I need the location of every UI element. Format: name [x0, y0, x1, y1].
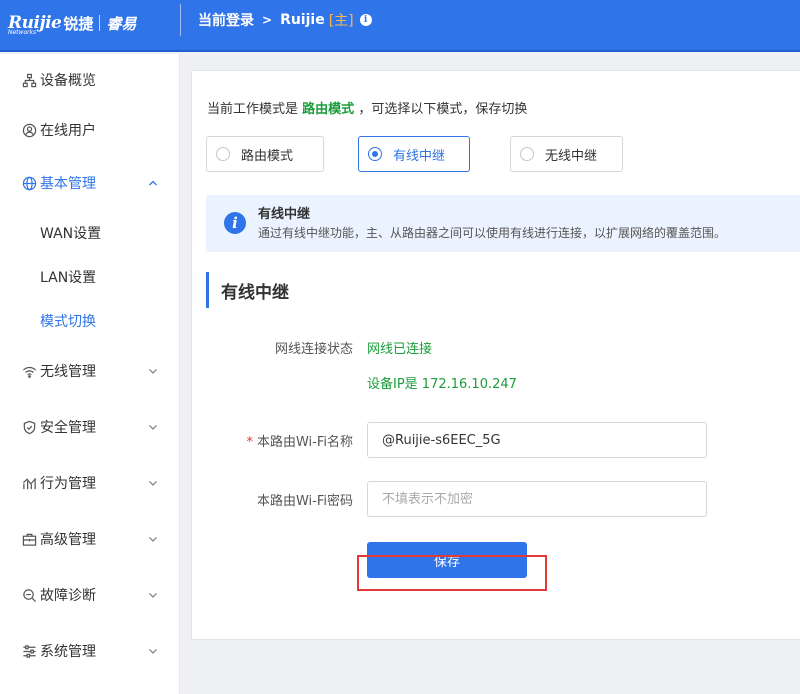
globe-icon — [21, 175, 37, 191]
sidebar-item-label: 安全管理 — [40, 420, 96, 436]
sidebar-item-label: 高级管理 — [40, 532, 96, 548]
info-icon: i — [224, 212, 246, 234]
briefcase-icon — [21, 531, 37, 547]
mode-option-label: 路由模式 — [241, 148, 294, 164]
mode-suffix-text: ，可选择以下模式，保存切换 — [358, 102, 528, 117]
logo-cn-text: 锐捷 — [63, 14, 94, 33]
wifi-name-label-text: 本路由Wi-Fi名称 — [256, 435, 353, 450]
sidebar-subitem-lan[interactable]: LAN设置 — [40, 262, 96, 292]
sidebar-item-security[interactable]: 安全管理 — [0, 409, 180, 445]
device-ip-text: 设备IP是 172.16.10.247 — [367, 377, 517, 392]
search-icon — [21, 587, 37, 603]
sidebar: 设备概览 在线用户 基本管理 WAN设置 LAN设置 模式切换 无线管理 安全管… — [0, 54, 180, 694]
sidebar-item-diagnostics[interactable]: 故障诊断 — [0, 577, 180, 613]
mode-option-wireless-repeater[interactable]: 无线中继 — [510, 136, 623, 172]
mode-switch-panel: 当前工作模式是 路由模式 ，可选择以下模式，保存切换 路由模式 有线中继 无线中… — [191, 70, 800, 640]
sidebar-item-basic-management[interactable]: 基本管理 — [0, 165, 180, 201]
sidebar-item-online-users[interactable]: 在线用户 — [0, 112, 180, 148]
sidebar-subitem-mode-switch[interactable]: 模式切换 — [40, 306, 96, 336]
sidebar-item-label: 基本管理 — [40, 176, 96, 192]
mode-description-notice: i 有线中继 通过有线中继功能，主、从路由器之间可以使用有线进行连接，以扩展网络… — [206, 195, 800, 252]
sidebar-item-wireless[interactable]: 无线管理 — [0, 353, 180, 389]
section-title: 有线中继 — [206, 272, 289, 308]
radio-dot — [368, 147, 382, 161]
logo-brand2-text: 睿易 — [106, 14, 137, 33]
sidebar-item-label: 设备概览 — [40, 73, 96, 89]
sidebar-subitem-wan[interactable]: WAN设置 — [40, 218, 101, 248]
chevron-up-icon — [149, 180, 157, 186]
header-divider — [180, 4, 181, 36]
sidebar-item-system[interactable]: 系统管理 — [0, 633, 180, 669]
sidebar-item-device-overview[interactable]: 设备概览 — [0, 62, 180, 98]
chevron-down-icon — [149, 425, 157, 430]
chevron-down-icon — [149, 593, 157, 598]
chart-icon — [21, 475, 37, 491]
chevron-down-icon — [149, 537, 157, 542]
sliders-icon — [21, 643, 37, 659]
wifi-name-input[interactable] — [367, 422, 707, 458]
device-name: Ruijie — [280, 12, 325, 28]
current-mode-line: 当前工作模式是 路由模式 ，可选择以下模式，保存切换 — [207, 98, 527, 117]
sidebar-item-advanced[interactable]: 高级管理 — [0, 521, 180, 557]
wifi-icon — [21, 363, 37, 379]
logo-separator — [99, 15, 101, 31]
mode-prefix-text: 当前工作模式是 — [207, 102, 299, 117]
save-button[interactable]: 保存 — [367, 542, 527, 578]
chevron-down-icon — [149, 649, 157, 654]
mode-option-label: 有线中继 — [393, 148, 446, 164]
notice-title: 有线中继 — [258, 207, 311, 222]
chevron-right-icon: > — [262, 13, 273, 27]
sidebar-item-label: 行为管理 — [40, 476, 96, 492]
sidebar-item-label: 故障诊断 — [40, 588, 96, 604]
breadcrumb: 当前登录 > Ruijie [主] i — [198, 10, 372, 30]
sidebar-item-label: 无线管理 — [40, 364, 96, 380]
sidebar-item-label: 系统管理 — [40, 644, 96, 660]
mode-option-wired-repeater[interactable]: 有线中继 — [358, 136, 470, 172]
breadcrumb-login-label: 当前登录 — [198, 13, 254, 29]
cable-status-label: 网线连接状态 — [274, 342, 353, 357]
notice-description: 通过有线中继功能，主、从路由器之间可以使用有线进行连接，以扩展网络的覆盖范围。 — [258, 226, 727, 240]
info-icon[interactable]: i — [359, 14, 372, 26]
top-header: Ruijie Networks 锐捷 睿易 当前登录 > Ruijie [主] … — [0, 0, 800, 52]
logo-networks-text: Networks — [8, 29, 37, 36]
brand-logo: Ruijie Networks 锐捷 睿易 — [8, 9, 136, 37]
current-mode-value: 路由模式 — [302, 102, 355, 117]
chevron-down-icon — [149, 481, 157, 486]
radio-dot — [520, 147, 534, 161]
topology-icon — [21, 72, 37, 88]
chevron-down-icon — [149, 369, 157, 374]
device-role-tag: [主] — [328, 13, 354, 29]
sidebar-item-behavior[interactable]: 行为管理 — [0, 465, 180, 501]
mode-option-label: 无线中继 — [545, 148, 598, 164]
wifi-name-label: * 本路由Wi-Fi名称 — [246, 431, 353, 450]
required-mark: * — [246, 435, 253, 450]
mode-option-router[interactable]: 路由模式 — [206, 136, 324, 172]
wifi-password-input[interactable] — [367, 481, 707, 517]
user-icon — [21, 122, 37, 138]
wifi-password-label: 本路由Wi-Fi密码 — [256, 494, 353, 509]
shield-icon — [21, 419, 37, 435]
cable-status-value: 网线已连接 — [367, 342, 433, 357]
sidebar-item-label: 在线用户 — [40, 123, 96, 139]
radio-dot — [216, 147, 230, 161]
